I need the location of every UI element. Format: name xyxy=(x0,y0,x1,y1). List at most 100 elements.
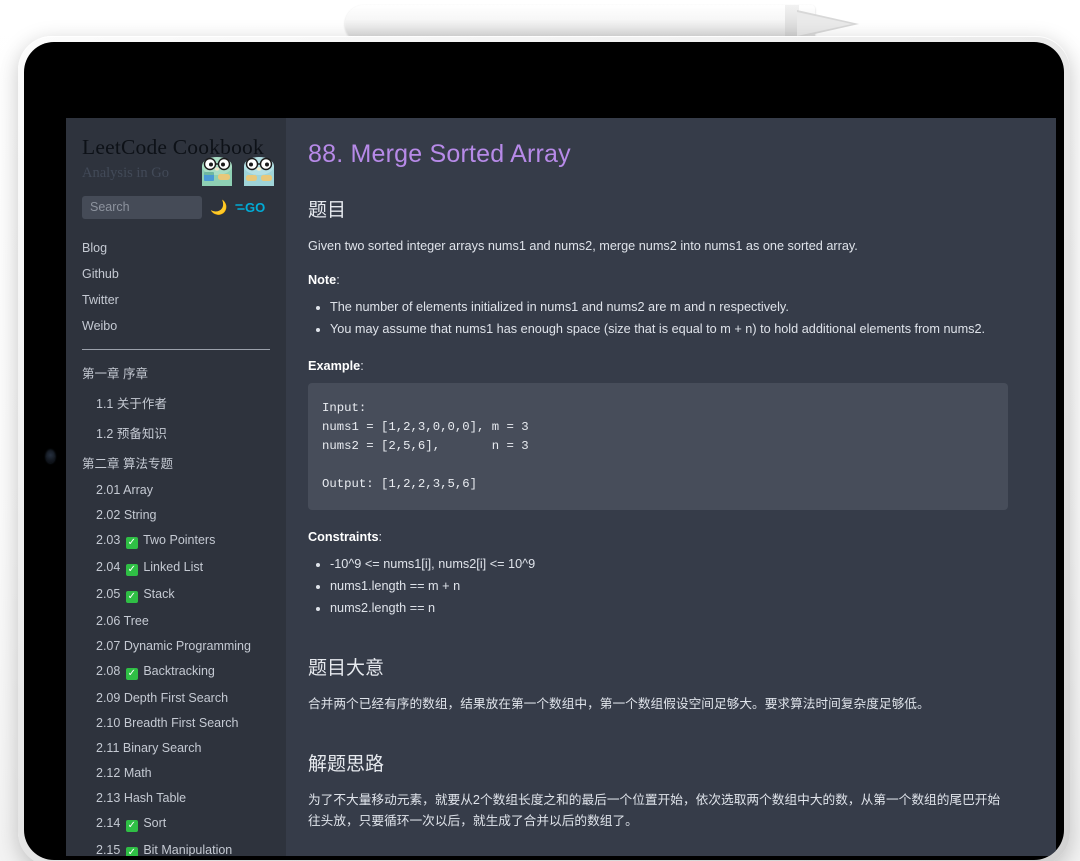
toc-item-number: 2.02 xyxy=(96,508,120,522)
note-label-colon: : xyxy=(336,273,340,287)
list-item: nums2.length == n xyxy=(330,598,1008,620)
toc-item-number: 2.15 xyxy=(96,843,120,856)
list-item: The number of elements initialized in nu… xyxy=(330,297,1008,319)
heading-summary: 题目大意 xyxy=(308,653,1008,680)
search-input[interactable] xyxy=(82,196,202,219)
toc-item[interactable]: 2.02 String xyxy=(82,503,270,528)
toc-item-number: 2.14 xyxy=(96,816,120,830)
toc-item[interactable]: 2.10 Breadth First Search xyxy=(82,711,270,736)
toc-item-label: Tree xyxy=(124,614,149,628)
example-label-colon: : xyxy=(360,359,364,373)
note-label-text: Note xyxy=(308,273,336,287)
check-icon: ✓ xyxy=(126,564,138,576)
dark-mode-toggle-moon-icon[interactable]: 🌙 xyxy=(210,200,227,214)
toc-item[interactable]: 2.01 Array xyxy=(82,478,270,503)
toc-chapter-label: 第二章 算法专题 xyxy=(82,457,173,471)
toc-item[interactable]: 1.1 关于作者 xyxy=(82,388,270,418)
toc-item-number: 2.03 xyxy=(96,533,120,547)
toc-item-label: Binary Search xyxy=(123,741,202,755)
tablet-bezel: LeetCode Cookbook Analysis in Go xyxy=(24,42,1064,860)
list-item: You may assume that nums1 has enough spa… xyxy=(330,319,1008,341)
browser-viewport: LeetCode Cookbook Analysis in Go xyxy=(66,118,1056,856)
gopher-icon-2 xyxy=(242,157,276,187)
toc-item[interactable]: 2.15 ✓ Bit Manipulation xyxy=(82,838,270,856)
toc-item-number: 1.2 xyxy=(96,427,113,441)
heading-approach: 解题思路 xyxy=(308,749,1008,776)
toc-item-label: Two Pointers xyxy=(143,533,215,547)
svg-text:GO: GO xyxy=(245,200,265,215)
toc-item-number: 2.08 xyxy=(96,664,120,678)
note-label: Note: xyxy=(308,273,1008,287)
pencil-tip-outer xyxy=(797,10,859,38)
example-label: Example: xyxy=(308,359,1008,373)
constraints-label-colon: : xyxy=(379,530,383,544)
toc-item-label: Breadth First Search xyxy=(124,716,239,730)
check-icon: ✓ xyxy=(126,668,138,680)
sidebar-link-twitter[interactable]: Twitter xyxy=(82,287,270,313)
toc-chapter[interactable]: 第一章 序章 xyxy=(82,358,270,388)
article-content: 88. Merge Sorted Array 题目 Given two sort… xyxy=(286,118,1056,856)
screenshot-stage: LeetCode Cookbook Analysis in Go xyxy=(0,0,1080,861)
toc-item-number: 2.10 xyxy=(96,716,120,730)
toc-item[interactable]: 2.13 Hash Table xyxy=(82,786,270,811)
toc-item-label: Depth First Search xyxy=(124,691,228,705)
toc-item-number: 2.05 xyxy=(96,587,120,601)
sidebar-link-blog[interactable]: Blog xyxy=(82,235,270,261)
gopher-mascots xyxy=(200,157,276,187)
toc-item[interactable]: 1.2 预备知识 xyxy=(82,418,270,448)
check-icon: ✓ xyxy=(126,537,138,549)
toc-item[interactable]: 2.03 ✓ Two Pointers xyxy=(82,528,270,555)
toc-item-label: String xyxy=(124,508,157,522)
check-icon: ✓ xyxy=(126,820,138,832)
summary-text: 合并两个已经有序的数组，结果放在第一个数组中，第一个数组假设空间足够大。要求算法… xyxy=(308,694,1008,715)
brand-block: LeetCode Cookbook Analysis in Go xyxy=(66,136,286,182)
toc-item-number: 1.1 xyxy=(96,397,113,411)
note-list: The number of elements initialized in nu… xyxy=(308,297,1008,341)
sidebar-link-github[interactable]: Github xyxy=(82,261,270,287)
example-label-text: Example xyxy=(308,359,360,373)
gopher-icon-1 xyxy=(200,157,234,187)
toc-item[interactable]: 2.14 ✓ Sort xyxy=(82,811,270,838)
toc-item-number: 2.11 xyxy=(96,741,119,755)
go-logo-icon[interactable]: GO xyxy=(235,199,267,215)
toc-item-label: Hash Table xyxy=(124,791,186,805)
external-links: Blog Github Twitter Weibo xyxy=(66,235,286,339)
toc-chapter[interactable]: 第二章 算法专题 xyxy=(82,448,270,478)
toc-item[interactable]: 2.05 ✓ Stack xyxy=(82,582,270,609)
table-of-contents: 第一章 序章1.1 关于作者1.2 预备知识第二章 算法专题2.01 Array… xyxy=(66,350,286,856)
toc-item-label: Dynamic Programming xyxy=(124,639,251,653)
toc-item-label: Linked List xyxy=(143,560,203,574)
toc-item[interactable]: 2.07 Dynamic Programming xyxy=(82,634,270,659)
toc-item-label: Sort xyxy=(143,816,166,830)
toc-item-number: 2.06 xyxy=(96,614,120,628)
front-camera-icon xyxy=(46,450,55,463)
toc-item[interactable]: 2.12 Math xyxy=(82,761,270,786)
search-row: 🌙 GO xyxy=(66,182,286,219)
pencil-tip-inner xyxy=(797,12,852,36)
toc-chapter-label: 第一章 序章 xyxy=(82,367,148,381)
sidebar-link-weibo[interactable]: Weibo xyxy=(82,313,270,339)
toc-item[interactable]: 2.11 Binary Search xyxy=(82,736,270,761)
toc-item-label: Bit Manipulation xyxy=(143,843,232,856)
toc-item-number: 2.09 xyxy=(96,691,120,705)
toc-item-number: 2.12 xyxy=(96,766,120,780)
tablet-frame: LeetCode Cookbook Analysis in Go xyxy=(18,36,1070,861)
constraints-label-text: Constraints xyxy=(308,530,379,544)
toc-item-label: Math xyxy=(124,766,152,780)
toc-item[interactable]: 2.09 Depth First Search xyxy=(82,686,270,711)
toc-item-label: Backtracking xyxy=(143,664,215,678)
toc-item-label: 关于作者 xyxy=(117,397,167,411)
list-item: nums1.length == m + n xyxy=(330,576,1008,598)
list-item: -10^9 <= nums1[i], nums2[i] <= 10^9 xyxy=(330,554,1008,576)
check-icon: ✓ xyxy=(126,847,138,856)
constraints-label: Constraints: xyxy=(308,530,1008,544)
toc-item[interactable]: 2.04 ✓ Linked List xyxy=(82,555,270,582)
toc-item-number: 2.07 xyxy=(96,639,120,653)
page-title: 88. Merge Sorted Array xyxy=(308,140,1008,169)
approach-text: 为了不大量移动元素，就要从2个数组长度之和的最后一个位置开始，依次选取两个数组中… xyxy=(308,790,1008,832)
toc-item[interactable]: 2.08 ✓ Backtracking xyxy=(82,659,270,686)
toc-item[interactable]: 2.06 Tree xyxy=(82,609,270,634)
toc-item-number: 2.04 xyxy=(96,560,120,574)
heading-problem: 题目 xyxy=(308,195,1008,222)
constraints-list: -10^9 <= nums1[i], nums2[i] <= 10^9 nums… xyxy=(308,554,1008,620)
